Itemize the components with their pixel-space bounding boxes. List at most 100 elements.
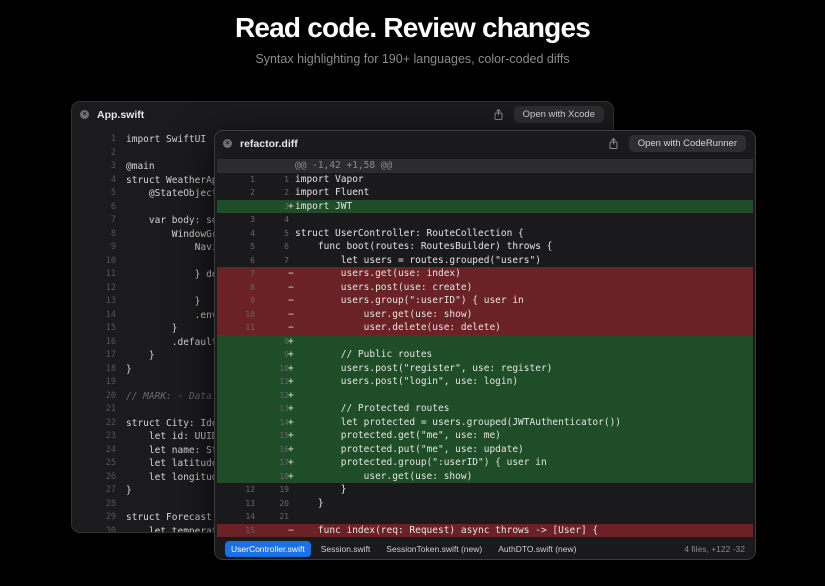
- old-line-number: 5: [250, 242, 255, 251]
- code-text: .env: [126, 309, 218, 321]
- diff-sign: +: [288, 389, 294, 401]
- diff-line-add: 15 + protected.get("me", use: me): [217, 429, 753, 443]
- diff-code: users.group(":userID") { user in: [295, 295, 524, 306]
- diff-code: user.delete(use: delete): [295, 322, 501, 333]
- line-number: 10: [105, 255, 116, 266]
- diff-code: let users = routes.grouped("users"): [295, 254, 541, 266]
- new-line-number: 7: [284, 255, 289, 265]
- code-text: Navi: [126, 242, 218, 253]
- line-number: 29: [105, 512, 116, 522]
- diff-line-add: 10 + users.post("register", use: register…: [217, 361, 753, 375]
- diff-code: struct UserController: RouteCollection {: [295, 227, 524, 239]
- new-line-number: 16: [279, 444, 289, 454]
- code-text: var body: so: [126, 215, 218, 226]
- code-text: }: [126, 363, 132, 375]
- new-line-number: 11: [279, 377, 289, 386]
- diff-line-add: 12 +: [217, 388, 753, 402]
- diff-sign: +: [288, 349, 294, 360]
- line-number: 26: [105, 471, 116, 482]
- old-line-number: 4: [250, 228, 255, 238]
- diff-line-add: 18 + user.get(use: show): [217, 469, 753, 483]
- diff-code: @@ -1,42 +1,58 @@: [295, 160, 393, 171]
- line-number: 20: [105, 390, 116, 401]
- old-line-number: 7: [250, 269, 255, 278]
- diff-sign: −: [288, 268, 294, 279]
- diff-line-ctx: 12 19 }: [217, 483, 753, 497]
- new-line-number: 13: [279, 404, 289, 413]
- line-number: 23: [105, 431, 116, 441]
- diff-line-add: 9 + // Public routes: [217, 348, 753, 362]
- window-titlebar: × App.swift Open with Xcode: [72, 102, 613, 127]
- diff-code: import Fluent: [295, 187, 370, 198]
- window-title: refactor.diff: [240, 137, 298, 150]
- diff-sign: +: [288, 470, 294, 482]
- share-icon[interactable]: [494, 109, 504, 120]
- code-text: } de: [126, 269, 218, 280]
- diff-line-add: 11 + users.post("login", use: login): [217, 375, 753, 389]
- diff-code: users.post(use: create): [295, 281, 473, 293]
- old-line-number: 12: [245, 485, 255, 494]
- old-line-number: 9: [250, 296, 255, 305]
- diff-line-ctx: 34: [217, 213, 753, 227]
- code-text: }: [126, 323, 178, 334]
- line-number: 15: [105, 323, 116, 333]
- close-icon[interactable]: ×: [80, 110, 89, 119]
- line-number: 4: [110, 174, 116, 185]
- diff-line-add: 14 + let protected = users.grouped(JWTAut…: [217, 415, 753, 429]
- code-text: @main: [126, 161, 155, 172]
- line-number: 12: [105, 282, 116, 293]
- diff-line-ctx: 1 1 import Vapor: [217, 172, 753, 186]
- new-line-number: 10: [279, 363, 289, 373]
- line-number: 24: [105, 444, 116, 455]
- file-tab-usercontroller[interactable]: UserController.swift: [225, 540, 311, 557]
- line-number: 18: [105, 363, 116, 374]
- new-line-number: 18: [279, 471, 289, 481]
- diff-line-del: 7 − users.get(use: index): [217, 267, 753, 281]
- file-tab-authdto[interactable]: AuthDTO.swift (new): [492, 541, 582, 557]
- line-number: 27: [105, 485, 116, 495]
- code-text: struct City: Ide: [126, 417, 218, 429]
- diff-code: protected.group(":userID") { user in: [295, 457, 547, 468]
- code-text: }: [126, 485, 132, 496]
- new-line-number: 15: [279, 431, 289, 440]
- diff-code: protected.get("me", use: me): [295, 430, 501, 441]
- code-text: }: [126, 296, 201, 307]
- new-line-number: 17: [279, 458, 289, 467]
- diff-line-del: 9 − users.group(":userID") { user in: [217, 294, 753, 308]
- new-line-number: 3: [284, 201, 289, 211]
- diff-code: user.get(use: show): [295, 470, 473, 482]
- old-line-number: 15: [245, 525, 255, 535]
- diff-sign: +: [288, 403, 294, 414]
- diff-sign: +: [288, 443, 294, 455]
- hero-title: Read code. Review changes: [234, 12, 591, 43]
- file-tab-sessiontoken[interactable]: SessionToken.swift (new): [380, 541, 488, 557]
- diff-code: users.post("register", use: register): [295, 362, 553, 374]
- line-number: 7: [110, 215, 116, 225]
- code-text: let id: UUID: [126, 431, 218, 442]
- diff-sign: +: [288, 416, 294, 428]
- line-number: 28: [105, 498, 116, 509]
- diff-line-del: 11 − user.delete(use: delete): [217, 321, 753, 335]
- share-icon[interactable]: [609, 138, 619, 149]
- open-with-coderunner-button[interactable]: Open with CodeRunner: [628, 135, 746, 152]
- diff-sign: +: [288, 430, 294, 441]
- diff-code: import Vapor: [295, 173, 364, 185]
- code-text: @StateObject: [126, 188, 218, 199]
- line-number: 30: [105, 525, 116, 533]
- close-icon[interactable]: ×: [223, 139, 232, 148]
- diff-sign: −: [288, 295, 294, 306]
- window-titlebar: × refactor.diff Open with CodeRunner: [215, 131, 755, 156]
- new-line-number: 4: [284, 215, 289, 224]
- diff-sign: +: [288, 362, 294, 374]
- diff-line-add: 8 +: [217, 334, 753, 348]
- open-with-xcode-button[interactable]: Open with Xcode: [513, 106, 604, 123]
- code-text: .default: [126, 336, 218, 348]
- diff-sign: −: [288, 308, 294, 320]
- diff-code: func boot(routes: RoutesBuilder) throws …: [295, 241, 553, 252]
- new-line-number: 8: [284, 336, 289, 346]
- old-line-number: 14: [245, 512, 255, 521]
- new-line-number: 20: [279, 498, 289, 508]
- file-tab-session[interactable]: Session.swift: [315, 541, 377, 557]
- line-number: 11: [105, 269, 116, 279]
- window-title: App.swift: [97, 108, 145, 121]
